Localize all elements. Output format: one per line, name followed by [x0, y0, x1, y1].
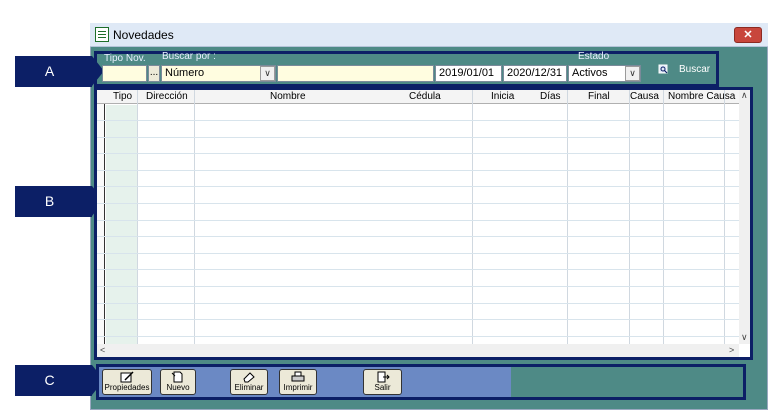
- fecha-desde-field[interactable]: 2019/01/01: [435, 65, 502, 82]
- grid-row-line: [97, 286, 739, 287]
- column-header-direccion[interactable]: Dirección: [146, 90, 188, 104]
- salir-label: Salir: [374, 383, 391, 392]
- tipo-nov-input[interactable]: [102, 65, 147, 82]
- buscar-text-input[interactable]: [277, 65, 434, 82]
- scroll-down-icon[interactable]: ∨: [741, 332, 748, 343]
- horizontal-scrollbar[interactable]: < >: [97, 344, 739, 357]
- callout-a: A: [15, 56, 104, 87]
- fecha-hasta-field[interactable]: 2020/12/31: [503, 65, 567, 82]
- propiedades-button[interactable]: Propiedades: [102, 369, 152, 395]
- grid-row-line: [97, 203, 739, 204]
- grid-row-line: [97, 336, 739, 337]
- column-header-dias[interactable]: Días: [540, 90, 561, 104]
- column-header-cedula[interactable]: Cédula: [409, 90, 441, 104]
- grid-row-line: [97, 220, 739, 221]
- eraser-icon: [243, 372, 255, 383]
- close-icon[interactable]: ✕: [734, 27, 762, 43]
- grid-column-divider: [472, 90, 473, 344]
- buscar-label: Buscar: [679, 64, 711, 75]
- column-header-nombre[interactable]: Nombre: [270, 90, 306, 104]
- imprimir-button[interactable]: Imprimir: [279, 369, 317, 395]
- grid-column-divider: [629, 90, 630, 344]
- toolbar-filler: [511, 367, 743, 397]
- grid-row-line: [97, 303, 739, 304]
- estado-label: Estado: [578, 51, 610, 62]
- nuevo-label: Nuevo: [166, 383, 190, 392]
- salir-button[interactable]: Salir: [363, 369, 402, 395]
- callout-b: B: [15, 186, 104, 217]
- grid-row-line: [97, 153, 739, 154]
- row-selector-column[interactable]: [97, 90, 105, 344]
- scroll-up-icon[interactable]: ∧: [741, 90, 748, 101]
- estado-value: Activos: [572, 67, 608, 79]
- grid-column-divider: [194, 90, 195, 344]
- scroll-right-icon[interactable]: >: [729, 345, 734, 355]
- column-header-causa[interactable]: Causa: [630, 90, 659, 104]
- column-header-nombre-causa[interactable]: Nombre Causa: [668, 90, 735, 104]
- grid-row-line: [97, 137, 739, 138]
- column-header-final[interactable]: Final: [588, 90, 610, 104]
- nuevo-button[interactable]: Nuevo: [160, 369, 196, 395]
- tipo-column-fill: [106, 105, 137, 344]
- grid-row-line: [97, 253, 739, 254]
- scroll-left-icon[interactable]: <: [100, 345, 105, 355]
- buscar-por-select[interactable]: Número: [161, 65, 276, 82]
- new-document-icon: [171, 371, 183, 383]
- grid-column-divider: [137, 90, 138, 344]
- title-bar[interactable]: [90, 23, 768, 47]
- propiedades-label: Propiedades: [104, 383, 150, 392]
- grid-row-line: [97, 170, 739, 171]
- chevron-down-icon[interactable]: ∨: [625, 66, 640, 81]
- window-title: Novedades: [113, 28, 174, 42]
- grid-column-divider: [663, 90, 664, 344]
- printer-icon: [291, 371, 305, 382]
- column-header-inicia[interactable]: Inicia: [491, 90, 514, 104]
- vertical-scrollbar[interactable]: ∧ ∨: [739, 90, 750, 344]
- properties-icon: [120, 371, 134, 383]
- eliminar-button[interactable]: Eliminar: [230, 369, 268, 395]
- grid-row-line: [97, 120, 739, 121]
- app-icon: [95, 27, 109, 42]
- grid-column-divider: [724, 90, 725, 344]
- grid-row-line: [97, 269, 739, 270]
- chevron-down-icon[interactable]: ∨: [260, 66, 275, 81]
- buscar-button[interactable]: Buscar: [643, 54, 716, 84]
- grid-row-line: [97, 186, 739, 187]
- tipo-nov-lookup-button[interactable]: ...: [148, 65, 160, 82]
- tipo-nov-label: Tipo Nov.: [104, 53, 146, 64]
- buscar-por-value: Número: [165, 67, 205, 79]
- results-grid[interactable]: Tipo Dirección Nombre Cédula Inicia Días…: [97, 90, 739, 344]
- exit-icon: [377, 371, 390, 383]
- column-header-tipo[interactable]: Tipo: [113, 90, 132, 104]
- buscar-por-label: Buscar por :: [162, 51, 216, 62]
- grid-row-line: [97, 319, 739, 320]
- search-icon: [658, 64, 668, 74]
- imprimir-label: Imprimir: [283, 383, 313, 392]
- eliminar-label: Eliminar: [234, 383, 264, 392]
- grid-row-line: [97, 236, 739, 237]
- grid-column-divider: [567, 90, 568, 344]
- callout-c: C: [15, 365, 104, 396]
